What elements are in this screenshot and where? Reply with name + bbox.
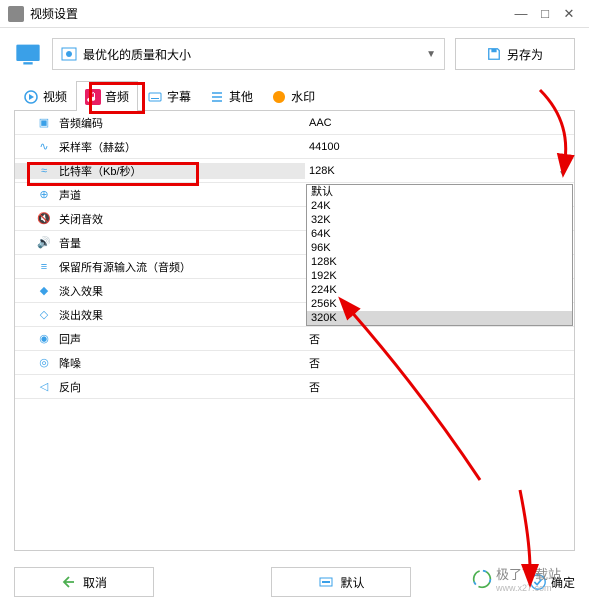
row-denoise-label: 降噪 [59, 355, 81, 371]
bitrate-icon: ≈ [37, 164, 51, 178]
bitrate-option[interactable]: 128K [307, 255, 572, 269]
close-button[interactable]: ✕ [557, 6, 581, 22]
watermark-text: 极了下载站 [496, 564, 561, 583]
row-bitrate-label: 比特率（Kb/秒） [59, 163, 142, 179]
video-icon [23, 89, 39, 105]
fadeout-icon: ◇ [37, 308, 51, 322]
tab-audio-label: 音频 [105, 88, 129, 105]
channel-icon: ⊕ [37, 188, 51, 202]
row-echo-value[interactable]: 否 [305, 331, 574, 347]
row-denoise[interactable]: ◎ 降噪 否 [15, 351, 574, 375]
bitrate-option[interactable]: 192K [307, 269, 572, 283]
volume-icon: 🔊 [37, 236, 51, 250]
mute-icon: 🔇 [37, 212, 51, 226]
default-label: 默认 [340, 574, 364, 591]
row-bitrate[interactable]: ≈ 比特率（Kb/秒） 128K▼ [15, 159, 574, 183]
row-fadein-label: 淡入效果 [59, 283, 103, 299]
bitrate-option[interactable]: 320K [307, 311, 572, 325]
bitrate-option[interactable]: 96K [307, 241, 572, 255]
echo-icon: ◉ [37, 332, 51, 346]
cancel-label: 取消 [83, 574, 107, 591]
row-channel-label: 声道 [59, 187, 81, 203]
row-volume-label: 音量 [59, 235, 81, 251]
row-echo-label: 回声 [59, 331, 81, 347]
denoise-icon: ◎ [37, 356, 51, 370]
row-codec[interactable]: ▣ 音频编码 AAC [15, 111, 574, 135]
watermark-logo-icon [472, 569, 492, 589]
bitrate-option[interactable]: 256K [307, 297, 572, 311]
default-icon [318, 574, 334, 590]
film-icon [61, 46, 77, 62]
sample-icon: ∿ [37, 140, 51, 154]
tab-bar: 视频 音频 字幕 其他 水印 [14, 80, 575, 111]
default-button[interactable]: 默认 [271, 567, 411, 597]
save-as-label: 另存为 [507, 46, 543, 63]
cancel-button[interactable]: 取消 [14, 567, 154, 597]
row-reverse-label: 反向 [59, 379, 81, 395]
minimize-button[interactable]: — [509, 6, 533, 21]
monitor-icon [14, 40, 42, 68]
tab-other[interactable]: 其他 [200, 81, 262, 111]
tab-other-label: 其他 [229, 88, 253, 105]
codec-icon: ▣ [37, 116, 51, 130]
row-sample-value[interactable]: 44100 [305, 141, 574, 153]
settings-panel: ▣ 音频编码 AAC ∿ 采样率（赫兹） 44100 ≈ 比特率（Kb/秒） 128K… [14, 111, 575, 551]
bitrate-option[interactable]: 默认 [307, 185, 572, 199]
row-sample[interactable]: ∿ 采样率（赫兹） 44100 [15, 135, 574, 159]
preset-label: 最优化的质量和大小 [83, 46, 426, 63]
preset-select[interactable]: 最优化的质量和大小 ▼ [52, 38, 445, 70]
tabs-wrap: 视频 音频 字幕 其他 水印 [14, 80, 575, 111]
watermark-url: www.x27.com [496, 583, 561, 593]
row-reverse-value[interactable]: 否 [305, 379, 574, 395]
bitrate-option[interactable]: 224K [307, 283, 572, 297]
tab-subtitle-label: 字幕 [167, 88, 191, 105]
maximize-button[interactable]: □ [533, 6, 557, 21]
bitrate-option[interactable]: 24K [307, 199, 572, 213]
window-title: 视频设置 [30, 5, 509, 22]
stream-icon: ≡ [37, 260, 51, 274]
tab-video[interactable]: 视频 [14, 81, 76, 111]
list-icon [209, 89, 225, 105]
tab-audio[interactable]: 音频 [76, 81, 138, 111]
row-disable-label: 关闭音效 [59, 211, 103, 227]
row-bitrate-value[interactable]: 128K▼ [305, 165, 574, 177]
row-codec-label: 音频编码 [59, 115, 103, 131]
row-echo[interactable]: ◉ 回声 否 [15, 327, 574, 351]
tab-subtitle[interactable]: 字幕 [138, 81, 200, 111]
tab-watermark[interactable]: 水印 [262, 81, 324, 111]
fadein-icon: ◆ [37, 284, 51, 298]
back-icon [61, 574, 77, 590]
watermark-icon [271, 89, 287, 105]
chevron-down-icon: ▼ [426, 49, 436, 60]
tab-video-label: 视频 [43, 88, 67, 105]
tab-watermark-label: 水印 [291, 88, 315, 105]
subtitle-icon [147, 89, 163, 105]
bitrate-option[interactable]: 64K [307, 227, 572, 241]
watermark: 极了下载站 www.x27.com [472, 564, 561, 593]
row-fadeout-label: 淡出效果 [59, 307, 103, 323]
save-icon [487, 47, 501, 61]
reverse-icon: ◁ [37, 380, 51, 394]
bitrate-dropdown[interactable]: 默认24K32K64K96K128K192K224K256K320K [306, 184, 573, 326]
row-codec-value[interactable]: AAC [305, 117, 574, 129]
music-icon [85, 89, 101, 105]
app-icon [8, 6, 24, 22]
row-sample-label: 采样率（赫兹） [59, 139, 136, 155]
row-keepall-label: 保留所有源输入流（音频） [59, 259, 191, 275]
chevron-down-icon: ▼ [558, 169, 568, 180]
bitrate-option[interactable]: 32K [307, 213, 572, 227]
top-bar: 最优化的质量和大小 ▼ 另存为 [0, 28, 589, 80]
row-reverse[interactable]: ◁ 反向 否 [15, 375, 574, 399]
row-denoise-value[interactable]: 否 [305, 355, 574, 371]
save-as-button[interactable]: 另存为 [455, 38, 575, 70]
titlebar: 视频设置 — □ ✕ [0, 0, 589, 28]
